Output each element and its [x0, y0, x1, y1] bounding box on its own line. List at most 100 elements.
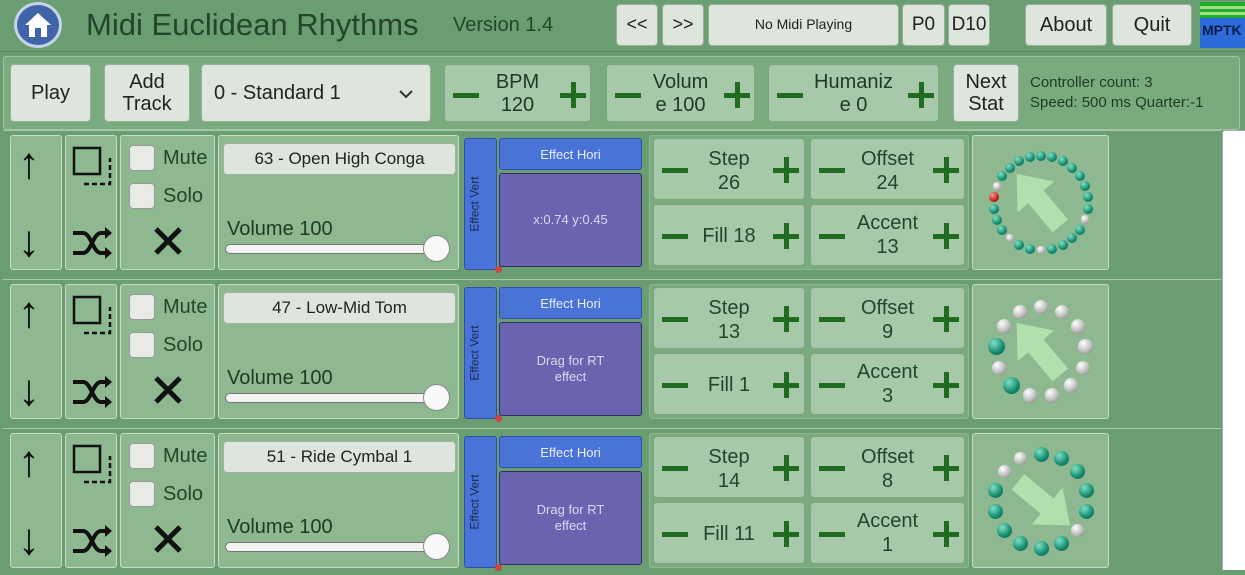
rhythm-step-bead [992, 214, 1003, 225]
arrow-down-icon[interactable]: ↓ [18, 518, 40, 562]
effect-vert-handle[interactable] [495, 415, 502, 422]
scrollbar-panel[interactable] [1222, 130, 1245, 570]
instrument-select[interactable]: 47 - Low-Mid Tom [223, 292, 456, 324]
rhythm-step-bead [1082, 203, 1093, 214]
track-volume-slider[interactable] [225, 542, 449, 552]
rhythm-step-bead [987, 503, 1003, 519]
offset-minus-button[interactable] [819, 168, 845, 173]
fill-stepper: Fill 1 [653, 353, 805, 415]
euclid-circle[interactable] [972, 433, 1109, 568]
track-volume-knob[interactable] [423, 384, 450, 411]
instrument-select[interactable]: 63 - Open High Conga [223, 143, 456, 175]
solo-checkbox[interactable] [129, 332, 155, 358]
select-icon[interactable] [72, 295, 112, 335]
next-button[interactable]: >> [662, 4, 704, 46]
effect-hori-slider[interactable]: Effect Hori [499, 436, 642, 468]
effect-hori-slider[interactable]: Effect Hori [499, 287, 642, 319]
step-label: Step [708, 446, 750, 468]
home-button[interactable] [14, 2, 62, 48]
offset-minus-button[interactable] [819, 466, 845, 471]
rhythm-step-bead [1033, 540, 1049, 556]
offset-minus-button[interactable] [819, 317, 845, 322]
solo-label: Solo [163, 334, 204, 356]
rhythm-step-bead [1047, 243, 1058, 254]
volume-minus-button[interactable] [615, 93, 641, 98]
mute-solo-cell: Mute Solo [120, 284, 215, 419]
mute-checkbox[interactable] [129, 443, 155, 469]
track-volume-knob[interactable] [423, 533, 450, 560]
mute-checkbox[interactable] [129, 145, 155, 171]
solo-checkbox[interactable] [129, 481, 155, 507]
accent-minus-button[interactable] [819, 383, 845, 388]
arrow-up-icon[interactable]: ↑ [18, 142, 40, 186]
about-button[interactable]: About [1025, 4, 1107, 46]
select-icon[interactable] [72, 146, 112, 186]
step-stepper: Step 26 [653, 138, 805, 200]
effect-vert-slider[interactable]: Effect Vert [464, 138, 497, 270]
mptk-logo[interactable]: MPTK [1200, 2, 1245, 48]
track-row: ↑ ↓ Mute Solo 51 - Ride Cymbal 1 Volume … [3, 428, 1221, 572]
solo-checkbox[interactable] [129, 183, 155, 209]
accent-stepper: Accent 13 [810, 204, 965, 266]
instrument-cell: 51 - Ride Cymbal 1 Volume 100 [218, 433, 459, 568]
track-volume-slider[interactable] [225, 244, 449, 254]
arrow-up-icon[interactable]: ↑ [18, 440, 40, 484]
rhythm-step-bead [1074, 171, 1085, 182]
effect-xy-pad[interactable]: Drag for RT effect [499, 322, 642, 416]
euclid-circle[interactable] [972, 135, 1109, 270]
humanize-minus-button[interactable] [777, 93, 803, 98]
step-minus-button[interactable] [662, 466, 688, 471]
close-icon[interactable] [153, 226, 183, 256]
effect-vert-label: Effect Vert [467, 325, 482, 381]
bpm-value: 120 [500, 94, 535, 116]
mute-solo-cell: Mute Solo [120, 135, 215, 270]
track-volume-slider[interactable] [225, 393, 449, 403]
d-button[interactable]: D10 [948, 4, 990, 46]
bpm-minus-button[interactable] [453, 93, 479, 98]
effect-xy-pad[interactable]: x:0.74 y:0.45 [499, 173, 642, 267]
close-icon[interactable] [153, 524, 183, 554]
select-icon[interactable] [72, 444, 112, 484]
next-stat-button[interactable]: Next Stat [953, 64, 1019, 122]
add-track-button[interactable]: Add Track [104, 64, 190, 122]
arrow-up-icon[interactable]: ↑ [18, 291, 40, 335]
accent-stepper: Accent 3 [810, 353, 965, 415]
shuffle-icon[interactable] [71, 224, 113, 262]
p-button[interactable]: P0 [902, 4, 945, 46]
effect-vert-slider[interactable]: Effect Vert [464, 436, 497, 568]
step-minus-button[interactable] [662, 168, 688, 173]
arrow-down-icon[interactable]: ↓ [18, 369, 40, 413]
instrument-select[interactable]: 51 - Ride Cymbal 1 [223, 441, 456, 473]
close-icon[interactable] [153, 375, 183, 405]
step-stepper: Step 14 [653, 436, 805, 498]
fill-minus-button[interactable] [662, 532, 688, 537]
home-icon [25, 13, 51, 37]
effect-vert-handle[interactable] [495, 266, 502, 273]
mute-checkbox[interactable] [129, 294, 155, 320]
preset-select[interactable]: 0 - Standard 1 [201, 64, 431, 122]
accent-minus-button[interactable] [819, 234, 845, 239]
track-volume-knob[interactable] [423, 235, 450, 262]
fill-minus-button[interactable] [662, 383, 688, 388]
effect-xy-pad[interactable]: Drag for RT effect [499, 471, 642, 565]
shuffle-icon[interactable] [71, 522, 113, 560]
euclid-circle[interactable] [972, 284, 1109, 419]
effect-vert-slider[interactable]: Effect Vert [464, 287, 497, 419]
effect-hori-slider[interactable]: Effect Hori [499, 138, 642, 170]
step-minus-button[interactable] [662, 317, 688, 322]
play-button[interactable]: Play [10, 64, 91, 122]
effect-vert-handle[interactable] [495, 564, 502, 571]
rhythm-step-bead [1002, 377, 1020, 395]
quit-button[interactable]: Quit [1112, 4, 1192, 46]
previous-button[interactable]: << [616, 4, 658, 46]
accent-minus-button[interactable] [819, 532, 845, 537]
humanize-stepper: Humaniz e 0 [768, 64, 939, 122]
rhythm-step-bead [992, 182, 1002, 191]
fill-minus-button[interactable] [662, 234, 688, 239]
shuffle-icon[interactable] [71, 373, 113, 411]
offset-stepper: Offset 9 [810, 287, 965, 349]
track-row: ↑ ↓ Mute Solo 47 - Low-Mid Tom Volume 10… [3, 279, 1221, 423]
mute-label: Mute [163, 147, 208, 169]
rhythm-step-bead [1014, 239, 1025, 250]
arrow-down-icon[interactable]: ↓ [18, 220, 40, 264]
